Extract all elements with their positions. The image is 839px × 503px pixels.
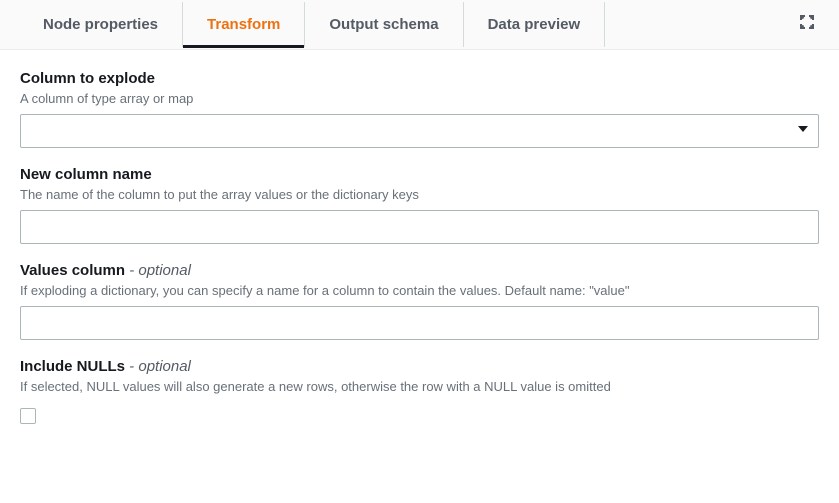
desc-new-column-name: The name of the column to put the array … (20, 187, 819, 202)
label-include-nulls-optional: - optional (125, 358, 191, 375)
desc-values-column: If exploding a dictionary, you can speci… (20, 283, 819, 298)
input-new-column-name[interactable] (20, 210, 819, 244)
label-new-column-name: New column name (20, 166, 819, 183)
field-values-column: Values column - optional If exploding a … (20, 262, 819, 340)
label-values-column-text: Values column (20, 262, 125, 279)
input-values-column[interactable] (20, 306, 819, 340)
form-container: Column to explode A column of type array… (0, 50, 839, 467)
label-column-to-explode: Column to explode (20, 70, 819, 87)
desc-include-nulls: If selected, NULL values will also gener… (20, 379, 819, 394)
select-column-to-explode[interactable] (20, 114, 819, 148)
select-input-column-to-explode[interactable] (20, 114, 819, 148)
field-new-column-name: New column name The name of the column t… (20, 166, 819, 244)
label-values-column: Values column - optional (20, 262, 819, 279)
tab-output-schema[interactable]: Output schema (304, 2, 463, 47)
tabs-bar: Node properties Transform Output schema … (0, 0, 839, 50)
label-include-nulls: Include NULLs - optional (20, 358, 819, 375)
checkbox-include-nulls[interactable] (20, 408, 36, 424)
label-include-nulls-text: Include NULLs (20, 358, 125, 375)
desc-column-to-explode: A column of type array or map (20, 91, 819, 106)
label-values-column-optional: - optional (125, 262, 191, 279)
tab-transform[interactable]: Transform (182, 2, 305, 47)
field-column-to-explode: Column to explode A column of type array… (20, 70, 819, 148)
expand-icon[interactable] (795, 0, 819, 49)
tab-node-properties[interactable]: Node properties (19, 2, 183, 47)
field-include-nulls: Include NULLs - optional If selected, NU… (20, 358, 819, 429)
tab-data-preview[interactable]: Data preview (463, 2, 606, 47)
